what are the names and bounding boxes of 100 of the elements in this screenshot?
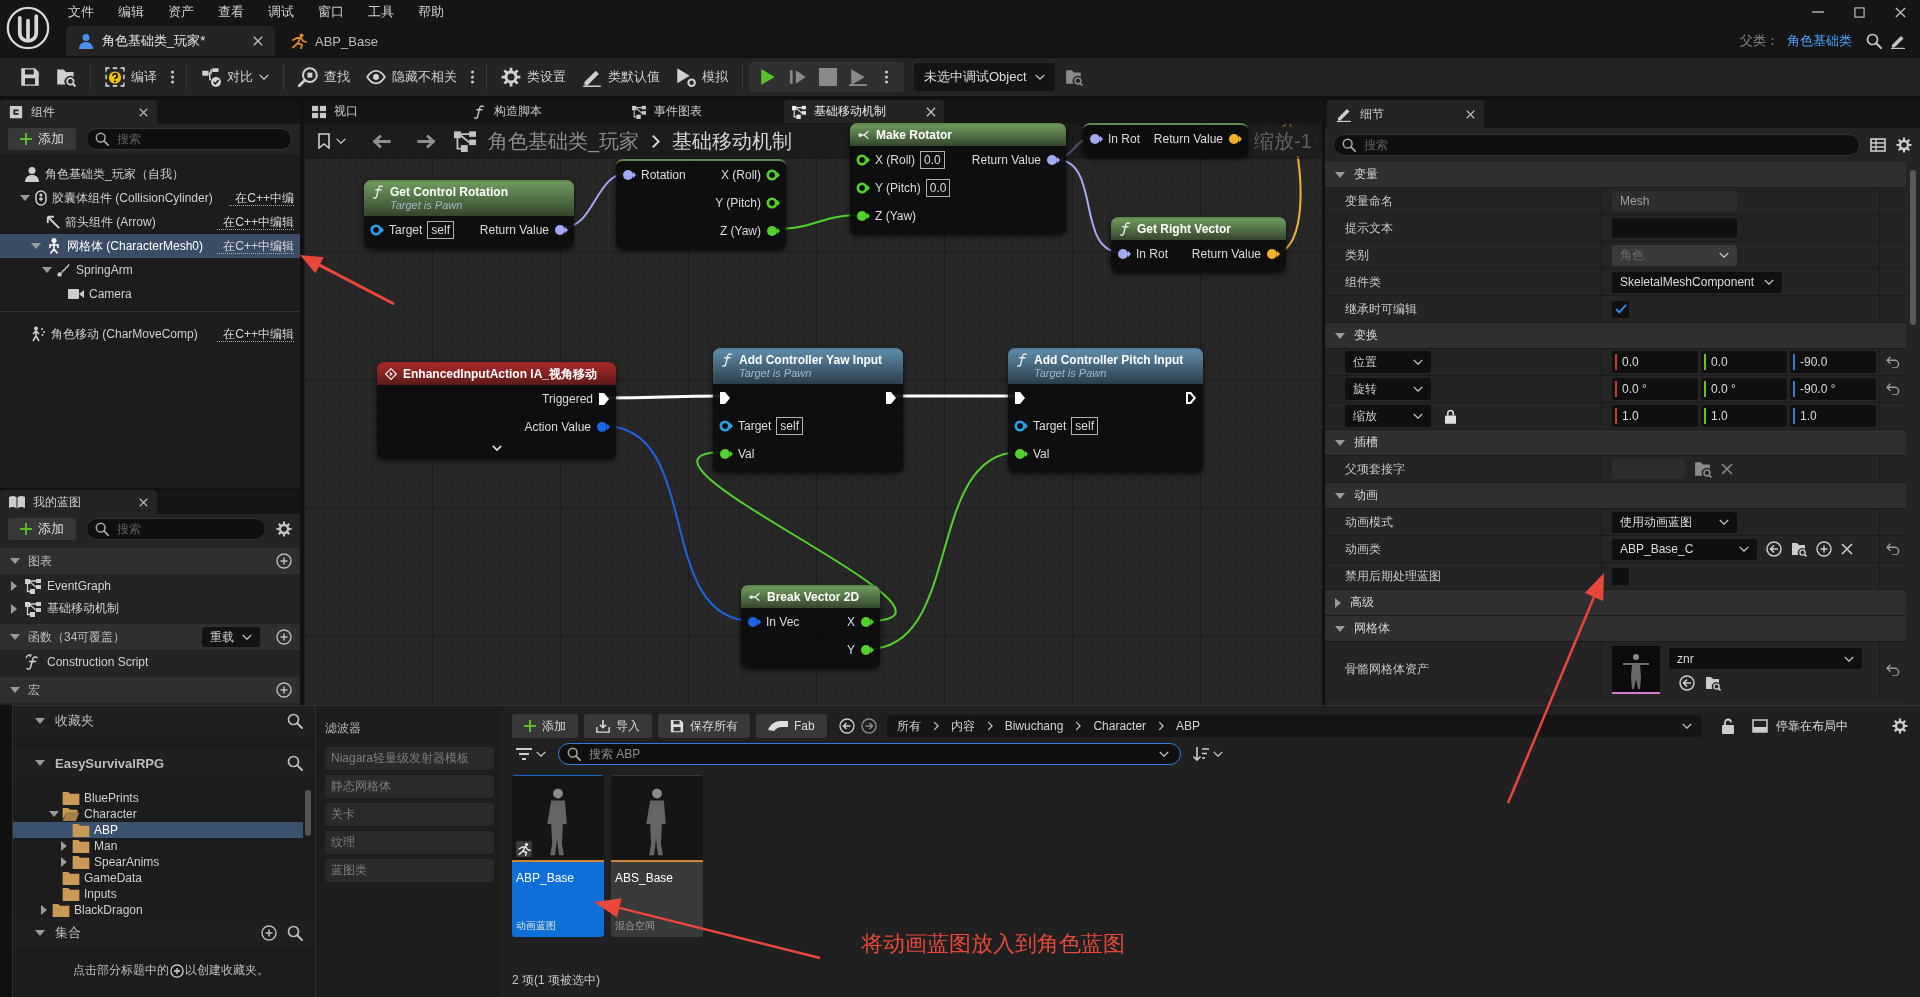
menu-item[interactable]: 调试 xyxy=(256,3,306,21)
folder-search-icon[interactable] xyxy=(1705,675,1721,691)
close-icon[interactable] xyxy=(1895,6,1906,18)
filter-item[interactable]: 纹理 xyxy=(325,831,494,854)
exec-pin-icon[interactable] xyxy=(598,392,610,406)
graph-node[interactable]: Make Rotator X (Roll) 0.0 Return Value Y (Pitch) 0.0 Z (Yaw) xyxy=(850,123,1066,234)
folder-item[interactable]: BluePrints xyxy=(13,790,303,806)
dropdown[interactable]: SkeletalMeshComponent xyxy=(1612,271,1783,293)
close-icon[interactable] xyxy=(253,36,263,46)
arrow-circle-icon[interactable] xyxy=(1679,675,1695,691)
transform-mode-dropdown[interactable]: 缩放 xyxy=(1345,405,1431,427)
tree-item[interactable]: 胶囊体组件 (CollisionCylinder) 在C++中编 xyxy=(0,186,300,210)
expand-arrow-icon[interactable] xyxy=(10,634,20,640)
add-circle-icon[interactable] xyxy=(261,925,277,941)
tree-item[interactable]: Camera xyxy=(0,282,300,306)
expand-arrow-icon[interactable] xyxy=(49,811,59,817)
data-pin-icon[interactable] xyxy=(856,182,870,194)
asset-tile[interactable]: ABP_Base 动画蓝图 xyxy=(512,775,604,937)
graph-tab[interactable]: 视口 xyxy=(304,100,464,123)
tree-item[interactable]: 网格体 (CharacterMesh0) 在C++中编辑 xyxy=(0,234,300,258)
back-arrow-icon[interactable] xyxy=(372,133,392,149)
expand-arrow-icon[interactable] xyxy=(1335,492,1345,499)
expand-arrow-icon[interactable] xyxy=(35,930,45,936)
graph-node[interactable]: Break Vector 2D In Vec X Y xyxy=(741,585,880,668)
data-pin-icon[interactable] xyxy=(766,225,780,237)
caret-icon[interactable] xyxy=(1681,723,1692,729)
folder-search-icon[interactable] xyxy=(1694,460,1712,478)
data-pin-icon[interactable] xyxy=(1089,133,1103,145)
expand-arrow-icon[interactable] xyxy=(61,841,67,851)
breadcrumb-item[interactable]: 基础移动机制 xyxy=(672,127,793,155)
expand-arrow-icon[interactable] xyxy=(35,760,45,766)
menu-item[interactable]: 工具 xyxy=(356,3,406,21)
expand-arrow-icon[interactable] xyxy=(19,195,30,201)
expand-arrow-icon[interactable] xyxy=(10,580,17,591)
search-icon[interactable] xyxy=(287,925,303,941)
play-icon[interactable] xyxy=(759,68,777,86)
checkbox[interactable] xyxy=(1612,300,1629,318)
debug-object-dropdown[interactable]: 未选中调试Object xyxy=(914,63,1055,91)
hide-unrelated-button[interactable]: 隐藏不相关 xyxy=(358,62,465,92)
graph-tab[interactable]: 构造脚本 xyxy=(464,100,624,123)
expand-arrow-icon[interactable] xyxy=(1335,332,1345,339)
section-header[interactable]: 函数（34可覆盖） 重载 xyxy=(0,624,300,650)
eject-icon[interactable] xyxy=(849,68,867,86)
expand-arrow-icon[interactable] xyxy=(41,905,47,915)
folder-item[interactable]: Inputs xyxy=(13,886,303,902)
add-button[interactable]: 添加 xyxy=(8,518,76,540)
add-circle-icon[interactable] xyxy=(276,553,292,569)
folder-search-icon[interactable] xyxy=(1791,541,1807,557)
step-forward-icon[interactable] xyxy=(789,68,807,86)
close-icon[interactable] xyxy=(139,107,148,117)
data-pin-icon[interactable] xyxy=(860,616,874,628)
maximize-icon[interactable] xyxy=(1854,6,1865,18)
filter-item[interactable]: 静态网格体 xyxy=(325,775,494,798)
diff-button[interactable]: 对比 xyxy=(193,62,277,92)
section-header[interactable]: 图表 xyxy=(0,548,300,574)
settings-icon[interactable] xyxy=(1892,718,1908,734)
expand-arrow-icon[interactable] xyxy=(30,243,41,249)
graph-node[interactable]: Get Control Rotation Target is Pawn Target self Return Value xyxy=(364,180,574,248)
document-tab[interactable]: 角色基础类_玩家* xyxy=(66,26,275,56)
data-pin-icon[interactable] xyxy=(370,224,384,236)
section-header[interactable]: 变量 xyxy=(1325,162,1906,188)
reset-icon[interactable] xyxy=(1886,663,1900,676)
scrollbar-thumb[interactable] xyxy=(1910,170,1916,325)
expand-arrow-icon[interactable] xyxy=(1335,625,1345,632)
edit-in-cpp-link[interactable]: 在C++中编辑 xyxy=(217,238,294,254)
number-field[interactable]: 0.0 xyxy=(1612,351,1698,373)
class-defaults-button[interactable]: 类默认值 xyxy=(574,62,668,92)
data-pin-icon[interactable] xyxy=(860,644,874,656)
reset-icon[interactable] xyxy=(1886,383,1900,395)
panel-tab[interactable]: 组件 xyxy=(0,100,157,124)
close-icon[interactable] xyxy=(926,106,936,117)
class-dropdown[interactable]: ABP_Base_C xyxy=(1612,538,1757,560)
add-circle-icon[interactable] xyxy=(1816,541,1832,557)
number-field[interactable]: 0.0 ° xyxy=(1701,378,1787,400)
list-item[interactable]: EventGraph xyxy=(0,574,300,597)
data-pin-icon[interactable] xyxy=(1046,154,1060,166)
caret-icon[interactable] xyxy=(1159,751,1169,757)
panel-tab[interactable]: 细节 xyxy=(1327,100,1484,128)
folder-item[interactable]: Man xyxy=(13,838,303,854)
menu-item[interactable]: 帮助 xyxy=(406,3,456,21)
graph-node[interactable]: In Rot Return Value xyxy=(1083,123,1248,157)
menu-item[interactable]: 文件 xyxy=(56,3,106,21)
folder-search-icon[interactable] xyxy=(1064,68,1083,86)
expand-arrow-icon[interactable] xyxy=(10,687,20,693)
save-all-button[interactable]: 保存所有 xyxy=(658,714,750,738)
path-segment[interactable]: ABP xyxy=(1176,719,1201,733)
mesh-dropdown[interactable]: znr xyxy=(1669,648,1862,669)
table-icon[interactable] xyxy=(1870,138,1886,152)
data-pin-icon[interactable] xyxy=(719,420,733,432)
expand-arrow-icon[interactable] xyxy=(10,603,17,614)
more-options-icon[interactable] xyxy=(885,70,888,84)
folder-item[interactable]: Character xyxy=(13,806,303,822)
tree-item[interactable]: 箭头组件 (Arrow) 在C++中编辑 xyxy=(0,210,300,234)
edit-in-cpp-link[interactable]: 在C++中编 xyxy=(229,190,294,206)
simulate-button[interactable]: 模拟 xyxy=(668,62,736,92)
expand-arrow-icon[interactable] xyxy=(1335,439,1345,446)
breadcrumb-item[interactable]: 角色基础类_玩家 xyxy=(488,127,640,155)
search-icon[interactable] xyxy=(287,713,303,729)
graph-node[interactable]: Add Controller Yaw Input Target is Pawn Target self Val xyxy=(713,348,903,472)
data-pin-icon[interactable] xyxy=(1014,448,1028,460)
